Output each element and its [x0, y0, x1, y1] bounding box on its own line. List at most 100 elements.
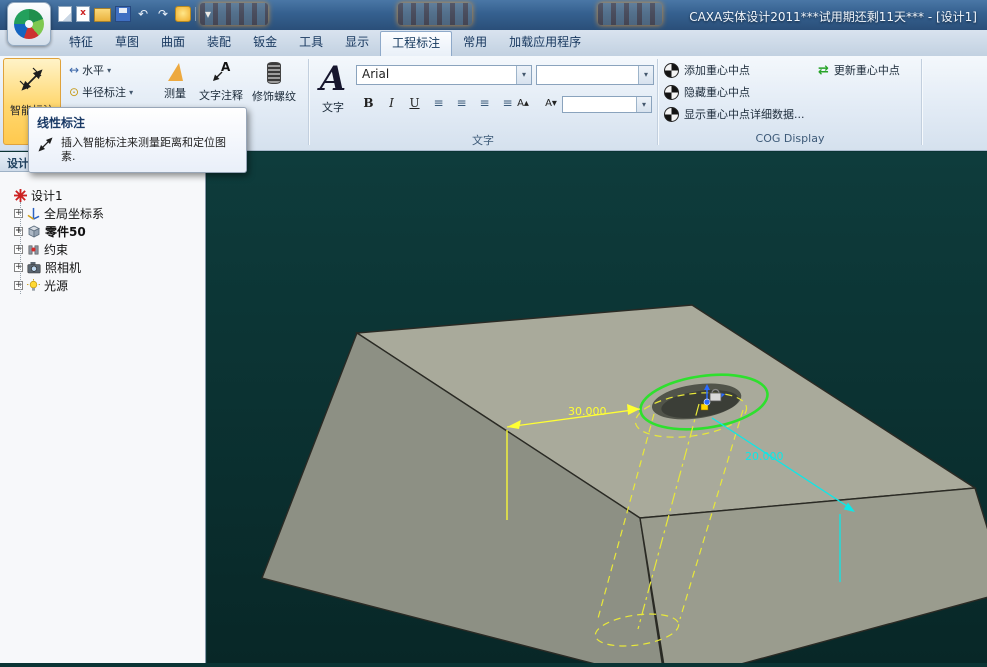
font-family-select[interactable]: Arial ▾: [356, 65, 532, 85]
close-sketch-icon[interactable]: x: [76, 6, 90, 22]
expand-icon[interactable]: +: [14, 281, 23, 290]
cog-icon: [664, 107, 679, 122]
measure-triangle-icon: [168, 63, 183, 81]
align-left-icon[interactable]: ≡: [428, 94, 449, 114]
hide-cog-midpoint-button[interactable]: 隐藏重心中点: [664, 84, 750, 100]
font-size-select[interactable]: ▾: [536, 65, 654, 85]
design-root-icon: [14, 189, 27, 202]
update-cog-midpoint-button[interactable]: ⇄ 更新重心中点: [818, 62, 900, 78]
cosmetic-thread-label: 修饰螺纹: [252, 88, 296, 104]
coordinate-system-icon: [27, 207, 40, 220]
tab-sheetmetal[interactable]: 钣金: [242, 30, 288, 56]
group-separator: [657, 59, 658, 145]
tab-common[interactable]: 常用: [452, 30, 498, 56]
undo-icon[interactable]: ↶: [135, 6, 151, 22]
caxa-app-window: { "window": { "title": "CAXA实体设计2011***试…: [0, 0, 987, 663]
decrease-font-button[interactable]: A▾: [538, 94, 564, 114]
chevron-down-icon: ▾: [107, 66, 111, 75]
text-annotation-icon: A: [210, 60, 232, 83]
tab-surface[interactable]: 曲面: [150, 30, 196, 56]
tree-item-part50[interactable]: + 零件50: [0, 222, 205, 240]
background-window-fragment: [398, 3, 472, 25]
tab-tools[interactable]: 工具: [288, 30, 334, 56]
horizontal-dimension-button[interactable]: ↔ 水平 ▾: [66, 61, 114, 79]
background-window-fragment: [598, 3, 662, 25]
viewport-canvas: 30.000 20.000: [207, 152, 987, 663]
tab-features[interactable]: 特征: [58, 30, 104, 56]
add-cog-midpoint-label: 添加重心中点: [684, 62, 750, 78]
tab-addins[interactable]: 加载应用程序: [498, 30, 592, 56]
smart-dimension-icon: [19, 67, 45, 93]
camera-icon: [27, 261, 41, 274]
text-tool-button[interactable]: A 文字: [314, 59, 352, 125]
quick-access-toolbar: x ↶ ↷ ▾: [58, 6, 216, 22]
viewport-3d[interactable]: 30.000 20.000: [207, 152, 987, 663]
text-annotation-label: 文字注释: [199, 87, 243, 103]
tree-item-label: 光源: [44, 277, 68, 294]
measure-button[interactable]: 测量: [156, 60, 194, 101]
cog-icon: [664, 63, 679, 78]
group-separator: [921, 59, 922, 145]
text-group-label: 文字: [310, 132, 656, 148]
group-separator: [308, 59, 309, 145]
part-icon: [27, 224, 41, 238]
font-format-toolbar: B I U: [358, 94, 425, 112]
tree-item-label: 设计1: [31, 187, 63, 204]
update-arrows-icon: ⇄: [818, 63, 829, 78]
tooltip-title: 线性标注: [37, 114, 238, 131]
tree-item-design1[interactable]: 设计1: [0, 186, 205, 204]
align-center-icon[interactable]: ≡: [451, 94, 472, 114]
expand-icon[interactable]: +: [14, 263, 23, 272]
tab-display[interactable]: 显示: [334, 30, 380, 56]
design-tree-panel: 设计树 设计1 + 全局坐标系 +: [0, 152, 206, 663]
expand-icon[interactable]: +: [14, 227, 23, 236]
dimension-height-value: 20.000: [745, 450, 784, 463]
expand-icon[interactable]: +: [14, 245, 23, 254]
show-cog-details-label: 显示重心中点详细数据...: [684, 106, 805, 122]
new-document-icon[interactable]: [58, 6, 72, 22]
cosmetic-thread-button[interactable]: 修饰螺纹: [248, 60, 300, 104]
font-family-value: Arial: [362, 67, 389, 81]
tree-item-light[interactable]: + 光源: [0, 276, 205, 294]
open-file-icon[interactable]: [94, 8, 111, 22]
text-style-select[interactable]: ▾: [562, 96, 652, 113]
measure-label: 测量: [164, 85, 186, 101]
dimension-width-value: 30.000: [568, 405, 607, 418]
radius-dimension-button[interactable]: ⊙ 半径标注 ▾: [66, 83, 136, 101]
font-size-step-toolbar: A▴ A▾: [510, 94, 564, 112]
save-icon[interactable]: [115, 6, 131, 22]
radius-dimension-icon: ⊙: [69, 85, 79, 99]
underline-button[interactable]: U: [404, 94, 425, 114]
cog-icon: [664, 85, 679, 100]
bold-button[interactable]: B: [358, 94, 379, 114]
text-annotation-button[interactable]: A 文字注释: [196, 60, 246, 103]
tree-guide-line: [20, 202, 21, 294]
increase-font-button[interactable]: A▴: [510, 94, 536, 114]
expand-icon[interactable]: +: [14, 209, 23, 218]
tree-item-global-coords[interactable]: + 全局坐标系: [0, 204, 205, 222]
add-cog-midpoint-button[interactable]: 添加重心中点: [664, 62, 750, 78]
italic-button[interactable]: I: [381, 94, 402, 114]
tab-engineering-annotation[interactable]: 工程标注: [380, 31, 452, 56]
app-menu-button[interactable]: [7, 2, 51, 46]
tooltip-linear-dimension: 线性标注 插入智能标注来测量距离和定位图素.: [28, 107, 247, 173]
tab-sketch[interactable]: 草图: [104, 30, 150, 56]
horizontal-dimension-label: 水平: [82, 62, 104, 78]
tree-item-constraints[interactable]: + 约束: [0, 240, 205, 258]
tree-item-label: 照相机: [45, 259, 81, 276]
cog-group-label: COG Display: [660, 132, 920, 145]
tab-assembly[interactable]: 装配: [196, 30, 242, 56]
align-right-icon[interactable]: ≡: [474, 94, 495, 114]
tree-item-label: 零件50: [45, 223, 86, 240]
render-icon[interactable]: [175, 6, 191, 22]
paragraph-align-toolbar: ≡ ≡ ≡ ≡: [428, 94, 518, 112]
chevron-down-icon: ▾: [516, 66, 531, 84]
hide-cog-midpoint-label: 隐藏重心中点: [684, 84, 750, 100]
background-window-fragment: [200, 3, 268, 25]
tree-item-label: 约束: [44, 241, 68, 258]
show-cog-details-button[interactable]: 显示重心中点详细数据...: [664, 106, 805, 122]
toolbar-separator: [195, 7, 196, 21]
tree-item-camera[interactable]: + 照相机: [0, 258, 205, 276]
light-source-icon: [27, 279, 40, 292]
redo-icon[interactable]: ↷: [155, 6, 171, 22]
